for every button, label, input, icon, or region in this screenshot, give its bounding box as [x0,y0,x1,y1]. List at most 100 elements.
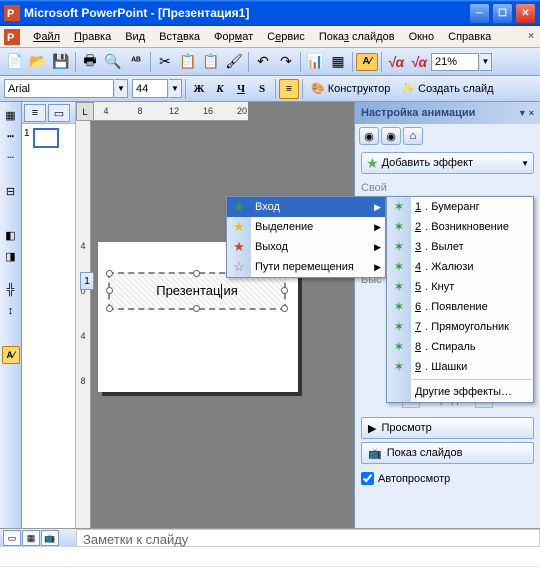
effect-Бумеранг[interactable]: ✶1. Бумеранг [387,197,533,217]
dash-icon[interactable]: ┅ [2,127,20,145]
underline-button[interactable]: Ч [231,79,251,99]
auto-preview-row[interactable]: Автопросмотр [355,467,540,490]
slideshow-view-button[interactable]: 📺 [41,530,59,546]
spellcheck-icon[interactable]: ᴬᴮ [125,51,147,73]
menu-entry[interactable]: ★ Вход ▶ [227,197,385,217]
up-icon[interactable]: ↕ [2,302,20,320]
align-center-button[interactable]: ≡ [279,79,299,99]
title-bar: P Microsoft PowerPoint - [Презентация1] … [0,0,540,26]
notes-textbox[interactable]: Заметки к слайду [76,529,540,547]
ruler-mark: 12 [168,106,180,116]
font-name-combo[interactable] [4,79,114,98]
formula2-icon[interactable]: √α [408,51,430,73]
pane-dropdown-icon[interactable]: ▼ [518,108,527,118]
constructor-button[interactable]: 🎨 Конструктор [306,79,395,99]
resize-handle[interactable] [106,270,113,277]
menu-tools[interactable]: Сервис [260,29,312,45]
print-icon[interactable]: 🖶 [79,51,101,73]
slide-thumbnail-row[interactable]: 1 [22,124,75,152]
effect-Вылет[interactable]: ✶3. Вылет [387,237,533,257]
horizontal-ruler[interactable]: 4 8 12 16 20 [94,102,248,121]
outline-tab-outline[interactable]: ≡ [24,104,46,122]
bold-button[interactable]: Ж [189,79,209,99]
italic-button[interactable]: К [210,79,230,99]
nav-home-button[interactable]: ⌂ [403,127,423,145]
menu-insert[interactable]: Вставка [152,29,207,45]
add-effect-label: Добавить эффект [382,157,473,169]
effect-Возникновение[interactable]: ✶2. Возникновение [387,217,533,237]
nav-back-button[interactable]: ◉ [359,127,379,145]
normal-view-button[interactable]: ▭ [3,530,21,546]
font-size-combo[interactable] [132,79,168,98]
menu-help[interactable]: Справка [441,29,498,45]
menu-slideshow[interactable]: Показ слайдов [312,29,402,45]
mdi-close-button[interactable]: × [524,30,538,44]
sorter-view-button[interactable]: ▦ [22,530,40,546]
minimize-button[interactable]: ─ [469,3,490,24]
menu-motion-paths[interactable]: ☆ Пути перемещения ▶ [227,257,385,277]
grayscale-icon[interactable]: ◨ [2,247,20,265]
effect-Появление[interactable]: ✶6. Появление [387,297,533,317]
font-size-dropdown[interactable]: ▼ [169,79,182,98]
resize-handle[interactable] [106,287,113,294]
menu-format[interactable]: Формат [207,29,260,45]
maximize-button[interactable]: ☐ [492,3,513,24]
format-painter-icon[interactable]: 🖌 [223,51,245,73]
guides-icon[interactable]: ╬ [2,281,20,299]
table-icon[interactable]: ▦ [327,51,349,73]
effect-Шашки[interactable]: ✶9. Шашки [387,357,533,377]
new-slide-button[interactable]: ✨ Создать слайд [396,79,498,99]
resize-handle[interactable] [106,305,113,312]
cut-icon[interactable]: ✂ [154,51,176,73]
resize-handle[interactable] [281,287,288,294]
redo-icon[interactable]: ↷ [275,51,297,73]
ruler-corner[interactable]: L [76,102,94,121]
new-file-icon[interactable]: 📄 [4,51,26,73]
snap-icon[interactable]: ▦ [2,106,20,124]
chart-icon[interactable]: 📊 [304,51,326,73]
preview-button[interactable]: ▶ Просмотр [361,417,534,439]
open-file-icon[interactable]: 📂 [27,51,49,73]
menu-view[interactable]: Вид [118,29,152,45]
effect-Жалюзи[interactable]: ✶4. Жалюзи [387,257,533,277]
slideshow-button[interactable]: 📺 Показ слайдов [361,442,534,464]
add-effect-button[interactable]: ★ Добавить эффект ▼ [361,152,534,174]
shadow-button[interactable]: S [252,79,272,99]
auto-preview-checkbox[interactable] [361,472,374,485]
menu-emphasis[interactable]: ★ Выделение ▶ [227,217,385,237]
zoom-combo[interactable]: 21% [431,53,479,71]
save-icon[interactable]: 💾 [50,51,72,73]
vertical-ruler[interactable]: 4 0 4 8 [76,121,91,528]
highlight-tool-icon[interactable]: A⁄ [2,346,20,364]
resize-handle[interactable] [193,305,200,312]
slide-edit-area: L 4 8 12 16 20 4 0 4 8 1 Презентация [76,102,354,528]
menu-file[interactable]: Файл [26,29,67,45]
dot-icon[interactable]: ┄ [2,148,20,166]
effect-Кнут[interactable]: ✶5. Кнут [387,277,533,297]
summary-icon[interactable]: ⊟ [2,182,20,200]
font-name-dropdown[interactable]: ▼ [115,79,128,98]
color-icon[interactable]: ◧ [2,226,20,244]
highlight-icon[interactable]: A⁄ [356,53,378,71]
resize-handle[interactable] [193,270,200,277]
paste-icon[interactable]: 📋 [200,51,222,73]
outline-tab-slides[interactable]: ▭ [48,104,70,122]
effect-Спираль[interactable]: ✶8. Спираль [387,337,533,357]
zoom-dropdown[interactable]: ▼ [480,53,492,71]
menu-edit[interactable]: Правка [67,29,118,45]
slide-thumbnail[interactable] [33,128,59,148]
formula-icon[interactable]: √α [385,51,407,73]
copy-icon[interactable]: 📋 [177,51,199,73]
effect-Прямоугольник[interactable]: ✶7. Прямоугольник [387,317,533,337]
menu-exit[interactable]: ★ Выход ▶ [227,237,385,257]
close-button[interactable]: ✕ [515,3,536,24]
print-preview-icon[interactable]: 🔍 [102,51,124,73]
more-effects[interactable]: Другие эффекты… [387,382,533,402]
resize-handle[interactable] [281,305,288,312]
undo-icon[interactable]: ↶ [252,51,274,73]
submenu-arrow-icon: ▶ [374,222,381,233]
nav-forward-button[interactable]: ◉ [381,127,401,145]
menu-window[interactable]: Окно [402,29,442,45]
slide-page-number: 1 [80,272,94,290]
pane-close-icon[interactable]: × [529,108,534,118]
